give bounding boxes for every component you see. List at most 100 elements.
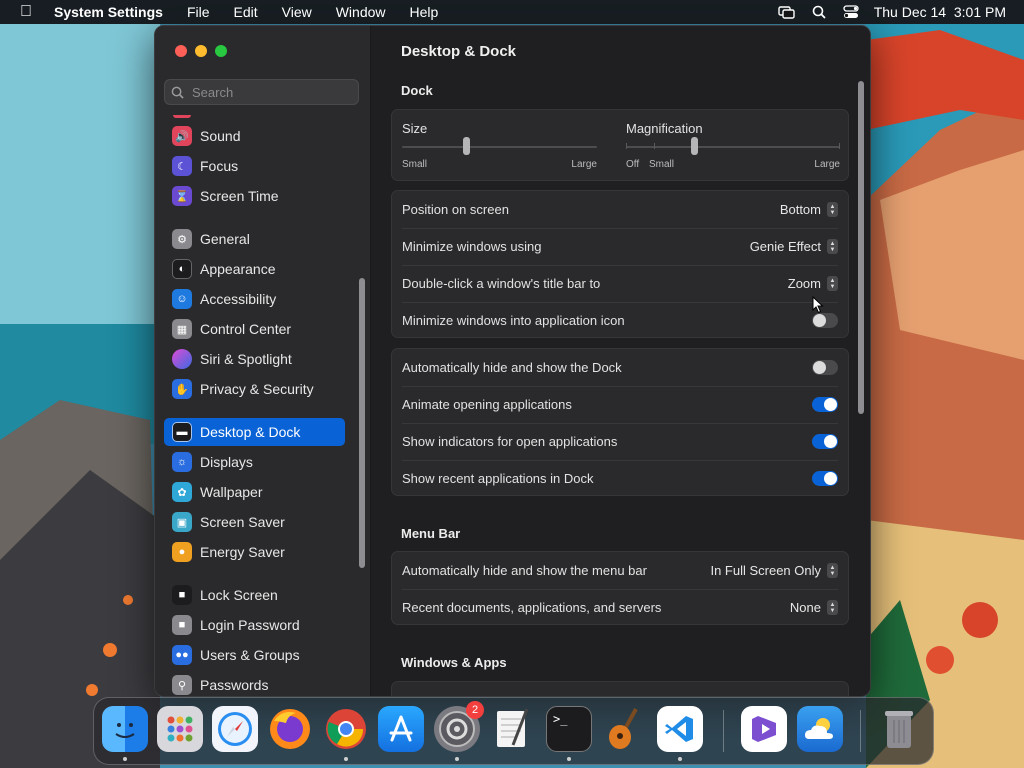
menu-view[interactable]: View [270,4,324,20]
sidebar-item-accessibility[interactable]: ☺ Accessibility [164,285,345,313]
sidebar-item-login-password[interactable]: ■ Login Password [164,611,345,639]
sidebar-item-wallpaper[interactable]: ✿ Wallpaper [164,478,345,506]
magnification-slider-track[interactable] [626,146,840,148]
sidebar-item-label: Login Password [200,617,300,633]
sidebar-item-general[interactable]: ⚙ General [164,225,345,253]
appearance-icon: ◐ [172,259,192,279]
control-center-icon[interactable] [842,5,860,19]
menu-app-name[interactable]: System Settings [52,4,175,20]
stepper-icon: ▲ ▼ [827,600,838,615]
weather-icon[interactable] [797,706,843,752]
apple-menu-icon[interactable]:  [0,3,52,21]
spotlight-search-icon[interactable] [810,5,828,19]
position-on-screen-label: Position on screen [402,202,509,217]
sidebar-item-focus[interactable]: ☾ Focus [164,152,345,180]
sidebar-item-sound[interactable]: 🔊 Sound [164,122,345,150]
show-indicators-toggle[interactable] [812,434,838,449]
auto-hide-dock-toggle[interactable] [812,360,838,375]
show-indicators-row: Show indicators for open applications [392,423,848,460]
close-window-button[interactable] [175,45,187,57]
search-input[interactable] [190,83,354,101]
zoom-window-button[interactable] [215,45,227,57]
launchpad-icon[interactable] [157,706,203,752]
menu-file[interactable]: File [175,4,222,20]
finder-running-dot [123,757,127,761]
sidebar-search[interactable] [164,79,359,105]
animate-opening-toggle[interactable] [812,397,838,412]
size-slider-thumb[interactable] [462,137,470,155]
stepper-icon: ▲ ▼ [827,239,838,254]
menu-help[interactable]: Help [398,4,451,20]
lock-icon: ■ [172,585,192,605]
minimize-into-app-icon-row: Minimize windows into application icon [392,302,848,339]
terminal-icon[interactable]: >_ [546,706,592,752]
sidebar-item-privacy-security[interactable]: ✋ Privacy & Security [164,375,345,403]
magnification-slider-thumb[interactable] [690,137,698,155]
system-settings-icon[interactable]: 2 [434,701,484,752]
minimize-window-button[interactable] [195,45,207,57]
guitar-icon[interactable] [601,706,647,752]
minimize-windows-using-popup[interactable]: Genie Effect ▲ ▼ [750,239,838,254]
sidebar-item-label: Accessibility [200,291,277,307]
recent-documents-label: Recent documents, applications, and serv… [402,600,662,615]
chrome-icon[interactable] [323,706,369,752]
sidebar-scrollbar[interactable] [359,278,365,568]
sidebar-item-siri-spotlight[interactable]: Siri & Spotlight [164,345,345,373]
sidebar-item-appearance[interactable]: ◐ Appearance [164,255,345,283]
terminal-running-dot [567,757,571,761]
auto-hide-dock-row: Automatically hide and show the Dock [392,349,848,386]
auto-hide-menu-bar-row: Automatically hide and show the menu bar… [392,552,848,589]
magnification-slider-block: Magnification Off Small Large [626,110,840,180]
magnification-min-label: Small [649,159,675,170]
page-title: Desktop & Dock [401,43,517,60]
sidebar-item-energy-saver[interactable]: ● Energy Saver [164,538,345,566]
sidebar-item-label: Control Center [200,321,292,337]
menu-edit[interactable]: Edit [222,4,270,20]
auto-hide-menu-bar-popup[interactable]: In Full Screen Only ▲ ▼ [710,563,838,578]
textedit-icon[interactable] [490,706,536,752]
size-slider-track[interactable] [402,146,597,148]
sidebar-item-label: Screen Saver [200,514,285,530]
sidebar-item-label: Appearance [200,261,276,277]
show-recent-apps-toggle[interactable] [812,471,838,486]
sidebar-item-passwords[interactable]: ⚲ Passwords [164,671,345,696]
safari-icon[interactable] [212,706,258,752]
sidebar-item-screen-saver[interactable]: ▣ Screen Saver [164,508,345,536]
visual-studio-icon[interactable] [741,706,787,752]
magnification-tick-large [839,143,840,149]
magnification-off-label: Off [626,159,640,170]
minimize-into-app-icon-toggle[interactable] [812,313,838,328]
speaker-icon: 🔊 [172,126,192,146]
dock-divider [723,710,724,752]
trash-icon[interactable] [876,706,922,752]
menu-bar-group: Automatically hide and show the menu bar… [391,551,849,625]
finder-icon[interactable] [102,706,148,752]
firefox-icon[interactable] [267,706,313,752]
double-click-title-bar-row: Double-click a window's title bar to Zoo… [392,265,848,302]
sun-icon: ☼ [172,452,192,472]
chrome-running-dot [344,757,348,761]
sidebar-item-screen-time[interactable]: ⌛ Screen Time [164,182,345,210]
minimize-windows-using-value: Genie Effect [749,239,821,254]
vscode-icon[interactable] [657,706,703,752]
sidebar-item-displays[interactable]: ☼ Displays [164,448,345,476]
minimize-into-app-icon-label: Minimize windows into application icon [402,313,625,328]
double-click-title-bar-popup[interactable]: Zoom ▲ ▼ [788,276,838,291]
sidebar-item-control-center[interactable]: ▦ Control Center [164,315,345,343]
app-store-icon[interactable] [378,706,424,752]
sidebar-item-desktop-dock[interactable]: ▬ Desktop & Dock [164,418,345,446]
settings-pane-scrollbar[interactable] [858,81,864,414]
position-on-screen-popup[interactable]: Bottom ▲ ▼ [780,202,838,217]
recent-documents-row: Recent documents, applications, and serv… [392,589,848,626]
sidebar-item-lock-screen[interactable]: ■ Lock Screen [164,581,345,609]
recent-documents-popup[interactable]: None ▲ ▼ [790,600,838,615]
screen-mirroring-icon[interactable] [778,5,796,19]
magnification-tick-off [626,143,627,149]
menu-bar-clock[interactable]: Thu Dec 14 3:01 PM [874,4,1006,20]
users-icon: ●● [172,645,192,665]
size-min-label: Small [402,159,428,170]
sidebar-item-users-groups[interactable]: ●● Users & Groups [164,641,345,669]
recent-documents-value: None [789,600,821,615]
stepper-icon: ▲ ▼ [827,276,838,291]
menu-window[interactable]: Window [324,4,398,20]
